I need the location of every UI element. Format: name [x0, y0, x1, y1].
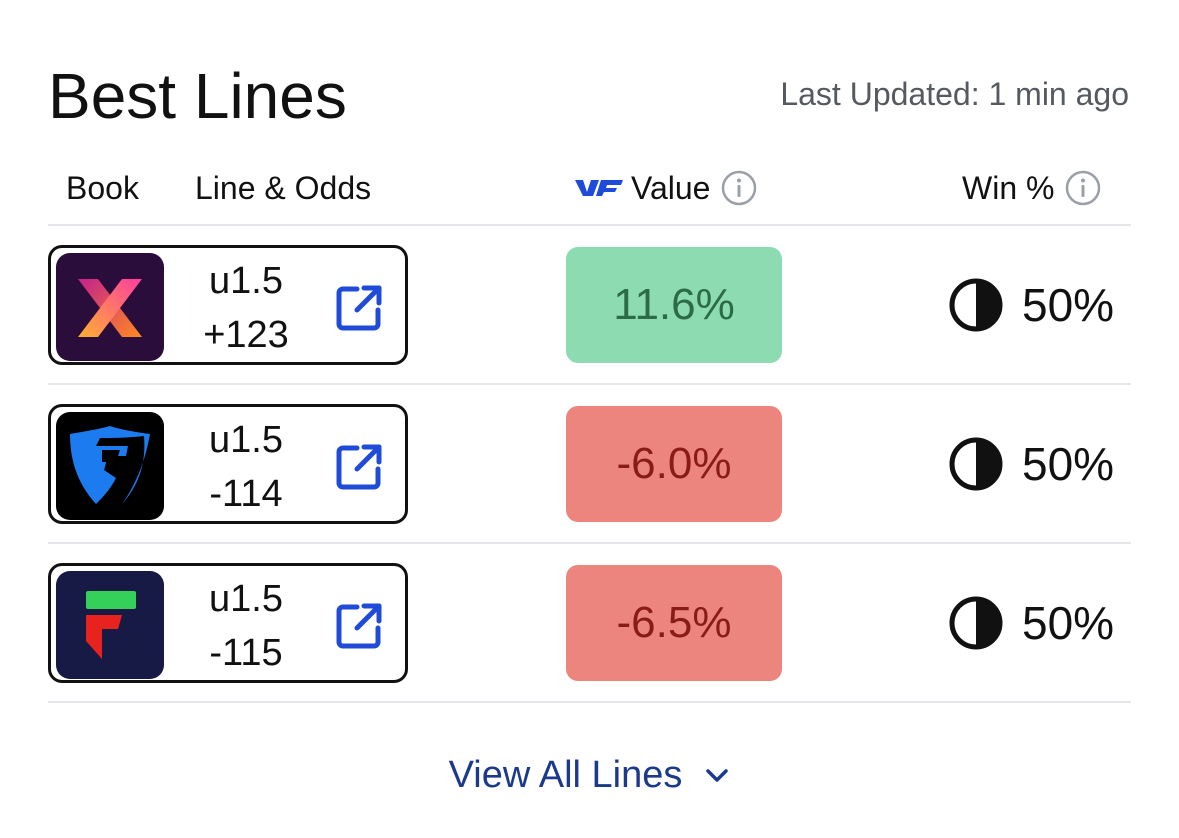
- view-all-lines-label: View All Lines: [448, 754, 683, 796]
- win-value: 50%: [1022, 597, 1115, 649]
- column-header-value-label: Value: [631, 170, 711, 206]
- external-link-icon[interactable]: [333, 600, 385, 652]
- info-icon[interactable]: [1064, 169, 1102, 207]
- win-value: 50%: [1022, 438, 1115, 490]
- f-logo-icon: [56, 571, 164, 679]
- shield-logo-icon: [56, 412, 164, 520]
- book-card[interactable]: u1.5 -114: [48, 404, 408, 524]
- odds-value: -115: [209, 632, 283, 674]
- view-all-lines-button[interactable]: View All Lines: [0, 752, 1179, 798]
- odds-value: +123: [203, 314, 289, 356]
- win-percentage: 50%: [948, 434, 1114, 494]
- chevron-down-icon: [706, 769, 729, 782]
- line-value: u1.5: [209, 578, 283, 620]
- external-link-icon[interactable]: [333, 282, 385, 334]
- vf-logo-icon: [575, 180, 623, 196]
- value-badge: 11.6%: [566, 247, 782, 363]
- column-header-win-label: Win %: [962, 170, 1055, 206]
- win-percentage: 50%: [948, 593, 1114, 653]
- last-updated-text: Last Updated: 1 min ago: [780, 76, 1129, 112]
- external-link-icon[interactable]: [333, 441, 385, 493]
- column-header-line-odds: Line & Odds: [195, 170, 372, 206]
- half-circle-icon: [949, 437, 1003, 491]
- half-circle-icon: [949, 278, 1003, 332]
- divider: [48, 224, 1131, 226]
- odds-value: -114: [209, 473, 283, 515]
- line-value: u1.5: [209, 419, 283, 461]
- book-card[interactable]: u1.5 -115: [48, 563, 408, 683]
- table-row: u1.5 +123 11.6% 50%: [48, 245, 1131, 365]
- value-badge: -6.5%: [566, 565, 782, 681]
- column-header-value: Value: [575, 168, 758, 208]
- page-title: Best Lines: [48, 60, 347, 132]
- column-header-book: Book: [66, 170, 139, 206]
- value-badge: -6.0%: [566, 406, 782, 522]
- info-icon[interactable]: [720, 169, 758, 207]
- win-percentage: 50%: [948, 275, 1114, 335]
- divider: [48, 542, 1131, 544]
- line-value: u1.5: [209, 260, 283, 302]
- win-value: 50%: [1022, 279, 1115, 331]
- book-card[interactable]: u1.5 +123: [48, 245, 408, 365]
- best-lines-panel: Best Lines Last Updated: 1 min ago Book …: [0, 0, 1179, 838]
- divider: [48, 701, 1131, 703]
- half-circle-icon: [949, 596, 1003, 650]
- table-row: u1.5 -114 -6.0% 50%: [48, 404, 1131, 524]
- column-header-win: Win %: [962, 168, 1102, 208]
- x-logo-icon: [56, 253, 164, 361]
- table-row: u1.5 -115 -6.5% 50%: [48, 563, 1131, 683]
- divider: [48, 383, 1131, 385]
